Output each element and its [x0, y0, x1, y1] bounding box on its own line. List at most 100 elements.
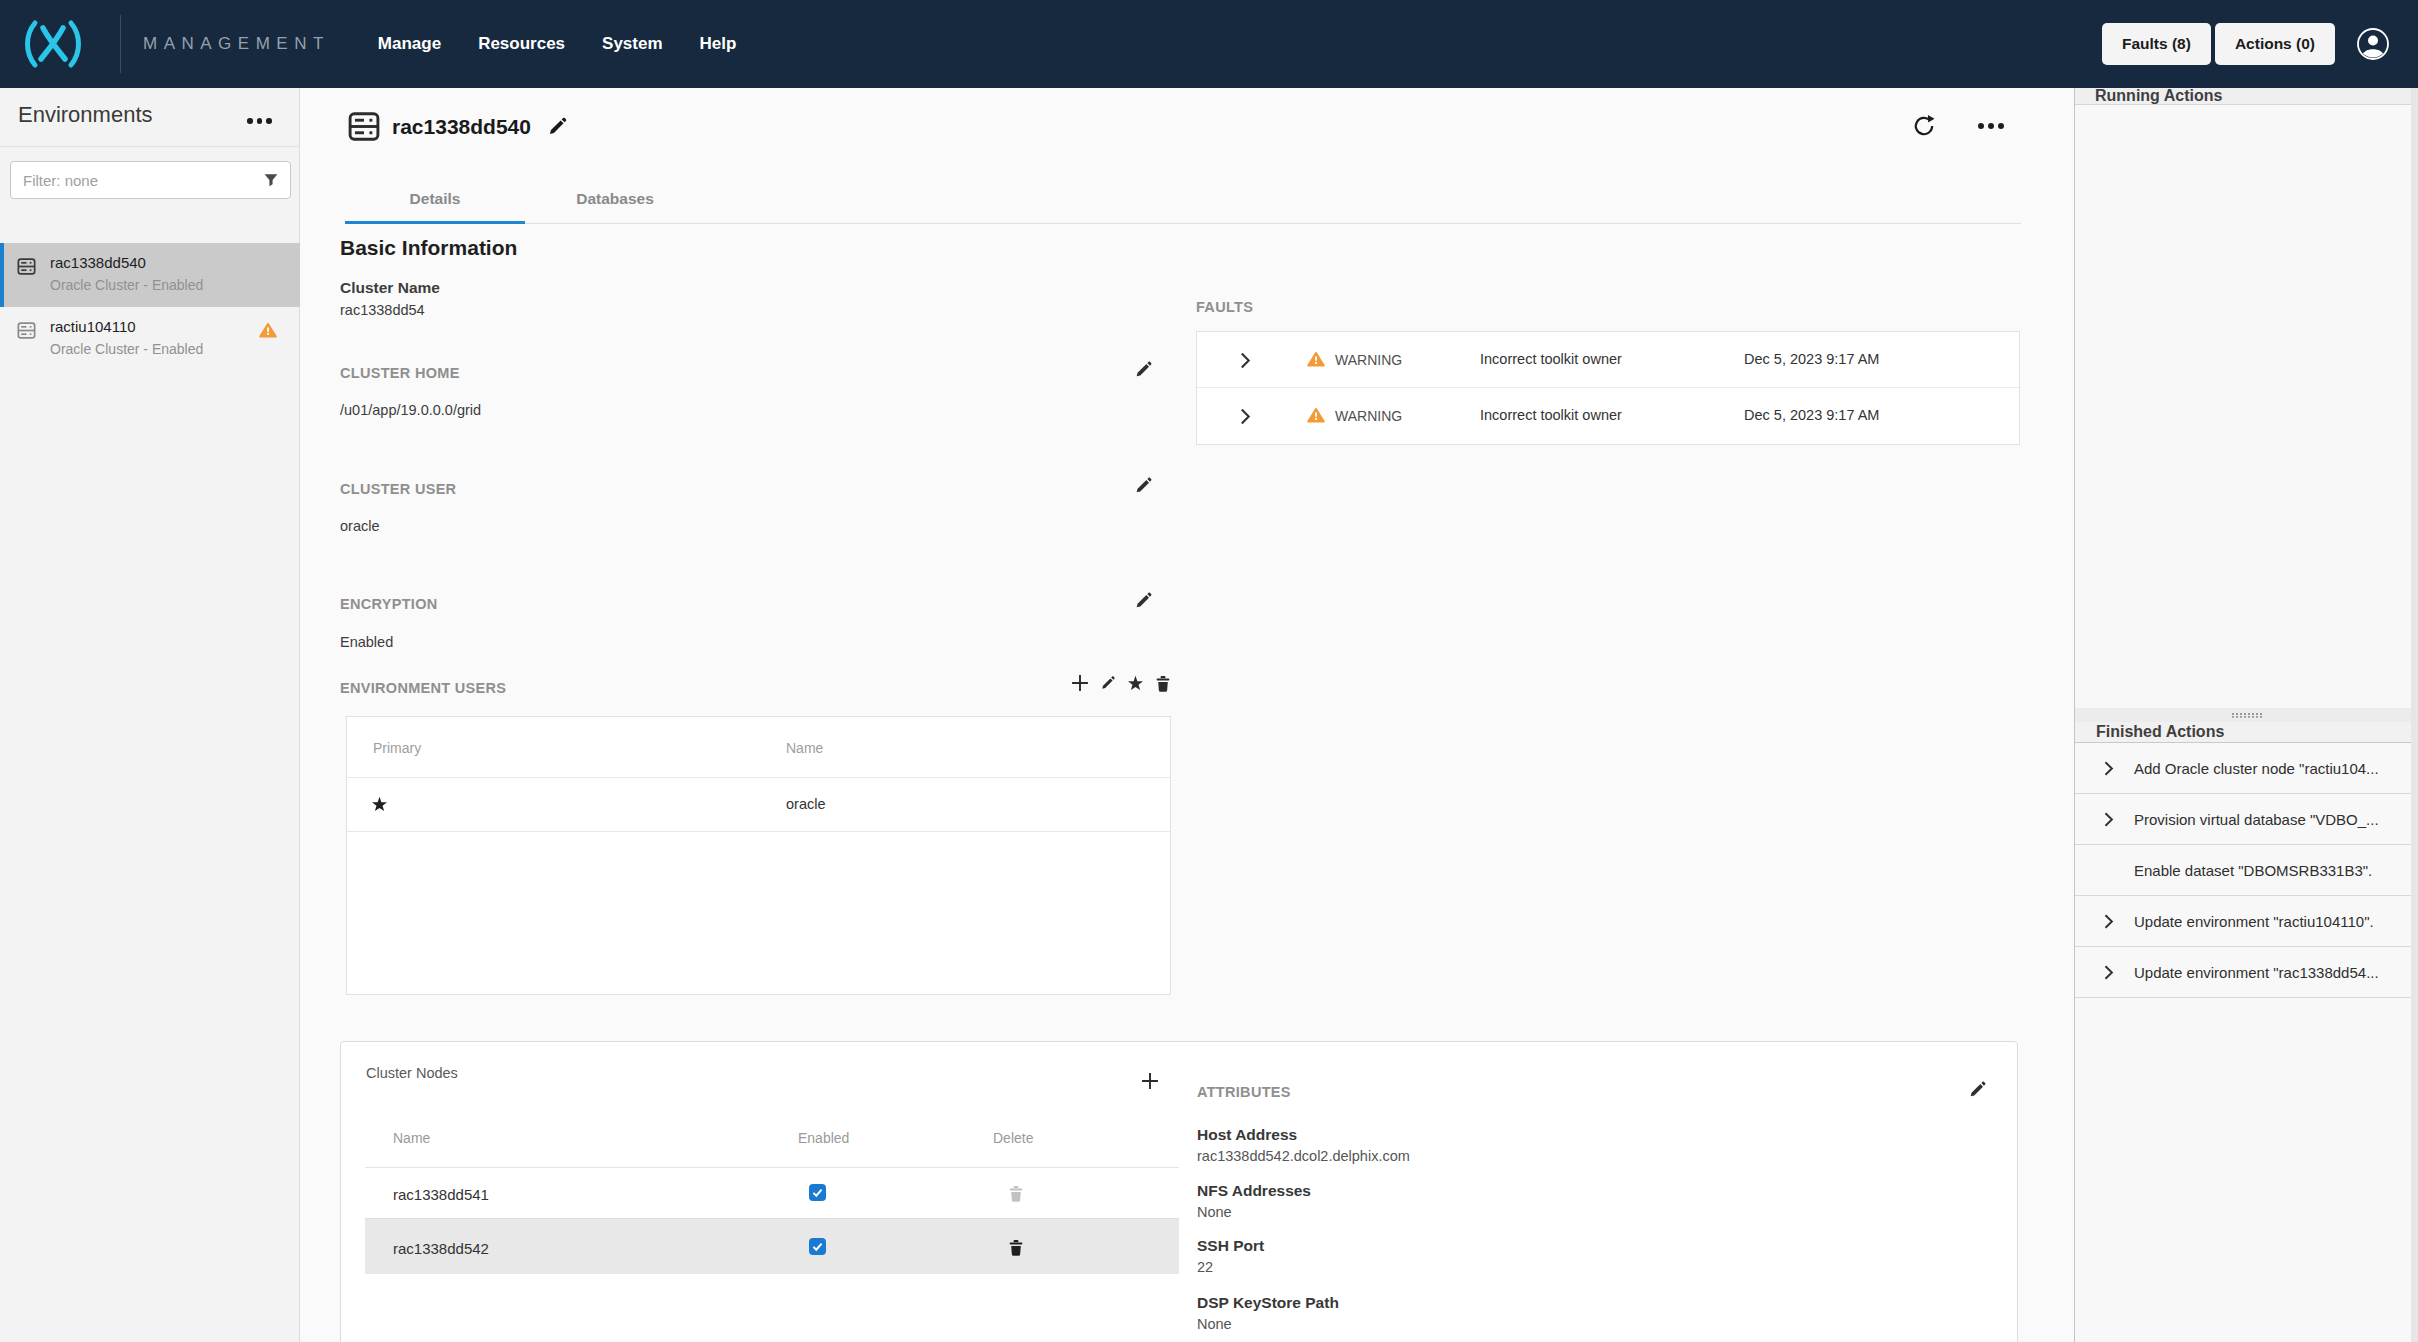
finished-action-row[interactable]: Add Oracle cluster node "ractiu104... — [2075, 743, 2418, 794]
encryption-value: Enabled — [340, 634, 393, 650]
finished-action-label: Add Oracle cluster node "ractiu104... — [2134, 760, 2379, 777]
fault-severity: WARNING — [1335, 352, 1402, 368]
fault-title: Incorrect toolkit owner — [1480, 407, 1622, 423]
fault-severity: WARNING — [1335, 408, 1402, 424]
nav-system[interactable]: System — [602, 34, 662, 54]
add-user-icon[interactable] — [1071, 674, 1089, 692]
edit-cluster-home-icon[interactable] — [1134, 360, 1153, 379]
environment-list: rac1338dd540 Oracle Cluster - Enabled ra… — [0, 243, 300, 371]
nfs-addresses-value: None — [1197, 1204, 1232, 1220]
encryption-label: ENCRYPTION — [340, 596, 438, 612]
environment-title-icon — [348, 112, 380, 141]
nav-manage[interactable]: Manage — [378, 34, 441, 54]
nodes-col-name: Name — [393, 1130, 430, 1146]
cluster-nodes-card: Cluster Nodes Name Enabled Delete rac133… — [340, 1041, 2018, 1342]
edit-title-icon[interactable] — [547, 116, 568, 137]
ssh-port-label: SSH Port — [1197, 1237, 1264, 1255]
actions-panel: Running Actions Finished Actions Add Ora… — [2074, 88, 2418, 1342]
expand-chevron-icon[interactable] — [2104, 761, 2114, 776]
more-options-icon[interactable] — [1978, 123, 2004, 129]
nav-help[interactable]: Help — [700, 34, 737, 54]
cluster-home-value: /u01/app/19.0.0.0/grid — [340, 402, 481, 418]
refresh-icon[interactable] — [1912, 114, 1936, 138]
expand-chevron-icon[interactable] — [1240, 352, 1251, 369]
environments-sidebar: Environments rac1338dd540 Oracle Cluster… — [0, 88, 300, 1342]
nodes-col-enabled: Enabled — [798, 1130, 849, 1146]
sidebar-menu-icon[interactable] — [247, 118, 272, 124]
running-actions-header: Running Actions — [2075, 88, 2418, 105]
faults-label: FAULTS — [1196, 299, 1253, 315]
edit-user-icon[interactable] — [1100, 675, 1116, 691]
fault-date: Dec 5, 2023 9:17 AM — [1744, 407, 1879, 423]
node-name: rac1338dd542 — [393, 1240, 489, 1257]
edit-encryption-icon[interactable] — [1134, 591, 1153, 610]
fault-row[interactable]: WARNING Incorrect toolkit owner Dec 5, 2… — [1197, 332, 2019, 388]
fault-row[interactable]: WARNING Incorrect toolkit owner Dec 5, 2… — [1197, 388, 2019, 444]
attributes-label: ATTRIBUTES — [1197, 1084, 1291, 1100]
section-basic-information: Basic Information — [340, 236, 517, 260]
delete-user-icon[interactable] — [1155, 675, 1171, 692]
panel-resize-handle[interactable] — [2075, 708, 2418, 722]
delphix-logo-icon[interactable] — [20, 16, 86, 72]
cluster-home-label: CLUSTER HOME — [340, 365, 460, 381]
warning-icon — [259, 322, 277, 338]
finished-action-row[interactable]: Update environment "ractiu104110". — [2075, 896, 2418, 947]
node-row-rac1338dd541[interactable]: rac1338dd541 — [365, 1168, 1179, 1218]
environment-users-table: Primary Name oracle — [346, 716, 1171, 995]
environment-subtitle: Oracle Cluster - Enabled — [50, 341, 300, 357]
filter-input[interactable] — [10, 161, 291, 199]
sidebar-divider — [0, 146, 300, 147]
finished-action-label: Update environment "ractiu104110". — [2134, 913, 2374, 930]
set-primary-user-icon[interactable] — [1127, 675, 1144, 692]
host-address-label: Host Address — [1197, 1126, 1297, 1144]
cluster-name-value: rac1338dd54 — [340, 302, 425, 318]
tab-details[interactable]: Details — [345, 182, 525, 223]
add-node-icon[interactable] — [1141, 1072, 1159, 1090]
node-enabled-checkbox[interactable] — [809, 1238, 826, 1255]
sidebar-item-ractiu104110[interactable]: ractiu104110 Oracle Cluster - Enabled — [0, 307, 300, 371]
nav-menu: Manage Resources System Help — [378, 34, 737, 54]
sidebar-title: Environments — [18, 102, 153, 128]
expand-chevron-icon[interactable] — [1240, 408, 1251, 425]
delete-node-icon-disabled — [1008, 1185, 1024, 1202]
delete-node-icon[interactable] — [1008, 1239, 1024, 1256]
server-icon — [17, 322, 36, 339]
tab-bar: Details Databases — [345, 182, 2021, 224]
tab-databases[interactable]: Databases — [525, 182, 705, 223]
user-avatar-icon[interactable] — [2356, 27, 2390, 61]
nav-divider — [120, 15, 121, 73]
page-title: rac1338dd540 — [392, 115, 531, 139]
expand-chevron-icon[interactable] — [2104, 965, 2114, 980]
node-row-rac1338dd542[interactable]: rac1338dd542 — [365, 1218, 1179, 1274]
expand-chevron-icon[interactable] — [2104, 812, 2114, 827]
filter-icon[interactable] — [263, 172, 279, 188]
fault-title: Incorrect toolkit owner — [1480, 351, 1622, 367]
cluster-user-label: CLUSTER USER — [340, 481, 456, 497]
nav-resources[interactable]: Resources — [478, 34, 565, 54]
dsp-keystore-path-label: DSP KeyStore Path — [1197, 1294, 1339, 1312]
panel-scrollbar[interactable] — [2411, 88, 2418, 1342]
expand-chevron-icon[interactable] — [2104, 914, 2114, 929]
ssh-port-value: 22 — [1197, 1259, 1213, 1275]
edit-cluster-user-icon[interactable] — [1134, 476, 1153, 495]
finished-action-row[interactable]: Enable dataset "DBOMSRB331B3". — [2075, 845, 2418, 896]
finished-action-row[interactable]: Update environment "rac1338dd54... — [2075, 947, 2418, 998]
cluster-user-value: oracle — [340, 518, 380, 534]
actions-button[interactable]: Actions (0) — [2215, 23, 2335, 65]
finished-action-label: Provision virtual database "VDBO_... — [2134, 811, 2379, 828]
faults-button[interactable]: Faults (8) — [2102, 23, 2211, 65]
finished-action-row[interactable]: Provision virtual database "VDBO_... — [2075, 794, 2418, 845]
sidebar-item-rac1338dd540[interactable]: rac1338dd540 Oracle Cluster - Enabled — [0, 243, 300, 307]
node-name: rac1338dd541 — [393, 1186, 489, 1203]
user-row[interactable]: oracle — [347, 778, 1170, 832]
edit-attributes-icon[interactable] — [1968, 1080, 1987, 1099]
fault-date: Dec 5, 2023 9:17 AM — [1744, 351, 1879, 367]
dsp-keystore-path-value: None — [1197, 1316, 1232, 1332]
cluster-nodes-label: Cluster Nodes — [366, 1065, 458, 1081]
filter-text-input[interactable] — [11, 172, 263, 189]
node-enabled-checkbox[interactable] — [809, 1184, 826, 1201]
running-actions-body — [2075, 105, 2418, 708]
users-col-name: Name — [786, 740, 823, 756]
warning-icon — [1307, 407, 1325, 423]
finished-actions-header: Finished Actions — [2075, 722, 2418, 743]
